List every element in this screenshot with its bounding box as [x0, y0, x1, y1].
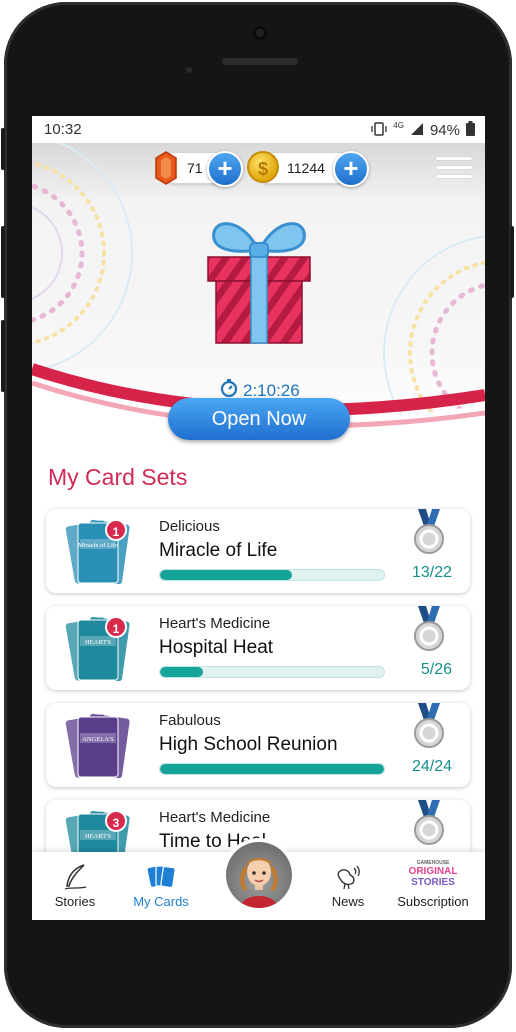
avatar — [226, 842, 292, 908]
coins-value: 11244 — [287, 160, 325, 176]
news-bird-icon — [305, 862, 391, 892]
card-set-name: Miracle of Life — [159, 540, 278, 561]
card-set-category: Heart's Medicine — [159, 809, 271, 826]
battery-icon — [466, 121, 475, 140]
tab-news-label: News — [331, 894, 365, 909]
front-camera — [253, 26, 267, 40]
tab-news[interactable]: News — [305, 852, 391, 920]
coins-counter: $ 11244 + — [247, 151, 369, 187]
gem-icon — [155, 151, 177, 188]
new-cards-badge: 1 — [105, 616, 127, 638]
tab-stories-label: Stories — [54, 894, 96, 909]
network-type: 4G — [393, 121, 404, 130]
card-set-progress-bar — [159, 569, 385, 581]
earpiece-speaker — [222, 58, 298, 65]
status-bar: 10:32 4G 94% — [32, 116, 485, 143]
card-thumb-text: HEART'S — [85, 833, 111, 840]
status-icons: 4G 94% — [371, 121, 475, 140]
card-set-count: 13/22 — [411, 564, 452, 581]
proximity-sensor — [186, 67, 192, 73]
power-button — [510, 226, 514, 298]
battery-level: 94% — [429, 122, 460, 139]
new-cards-badge: 3 — [105, 810, 127, 832]
card-set-category: Fabulous — [159, 712, 221, 729]
gems-counter: 71 + — [155, 151, 243, 187]
mute-switch — [1, 128, 5, 170]
vibrate-icon — [371, 121, 387, 140]
card-set-count: 24/24 — [411, 758, 452, 775]
silver-medal-icon — [412, 606, 446, 652]
original-stories-logo: GAMEHOUSE ORIGINAL STORIES — [408, 860, 458, 888]
card-set-thumbnail: ANGELA'S — [64, 711, 134, 781]
tab-subscription[interactable]: GAMEHOUSE ORIGINAL STORIES Subscription — [390, 852, 476, 920]
quill-icon — [32, 862, 118, 892]
screen: 10:32 4G 94% 71 + $ 11244 + 2:10:26 Open… — [32, 116, 485, 920]
tab-my-cards-label: My Cards — [133, 894, 189, 909]
bottom-tab-bar: Stories My Cards News GAMEHOUSE ORIGINAL… — [32, 838, 485, 920]
card-set-name: Hospital Heat — [159, 637, 274, 658]
add-gems-button[interactable]: + — [207, 151, 243, 187]
gems-value: 71 — [187, 160, 203, 176]
tab-subscription-label: Subscription — [397, 894, 469, 909]
card-thumb-text: HEART'S — [85, 639, 111, 646]
tab-my-cards[interactable]: My Cards — [118, 852, 204, 920]
card-set-category: Heart's Medicine — [159, 615, 271, 632]
open-now-button[interactable]: Open Now — [168, 398, 350, 440]
card-thumb-text: Miracle of Life — [78, 542, 118, 549]
card-set-name: High School Reunion — [159, 734, 338, 755]
card-set-item[interactable]: Miracle of Life 1 Delicious Miracle of Life… — [46, 509, 470, 593]
silver-medal-icon — [412, 703, 446, 749]
new-cards-badge: 1 — [105, 519, 127, 541]
card-thumb-text: ANGELA'S — [82, 736, 114, 743]
card-set-progress-fill — [160, 667, 203, 677]
volume-up-button — [1, 226, 5, 298]
card-set-progress-fill — [160, 764, 384, 774]
add-coins-button[interactable]: + — [333, 151, 369, 187]
profile-avatar-button[interactable] — [222, 838, 296, 912]
silver-medal-icon — [412, 509, 446, 555]
signal-icon — [410, 122, 424, 140]
cards-icon — [118, 862, 204, 892]
card-set-progress-bar — [159, 666, 385, 678]
card-set-item[interactable]: HEART'S 1 Heart's Medicine Hospital Heat 5/2… — [46, 606, 470, 690]
card-set-progress-fill — [160, 570, 293, 580]
card-set-item[interactable]: ANGELA'S Fabulous High School Reunion 24/24 — [46, 703, 470, 787]
coin-icon: $ — [247, 151, 279, 183]
tab-stories[interactable]: Stories — [32, 852, 118, 920]
my-card-sets-title: My Card Sets — [48, 464, 188, 490]
status-time: 10:32 — [44, 121, 82, 138]
silver-medal-icon — [412, 800, 446, 846]
volume-down-button — [1, 320, 5, 392]
card-set-category: Delicious — [159, 518, 220, 535]
gift-hero: 71 + $ 11244 + 2:10:26 — [32, 143, 485, 433]
card-set-count: 5/26 — [420, 661, 452, 678]
hamburger-menu-icon[interactable] — [436, 157, 472, 179]
card-set-progress-bar — [159, 763, 385, 775]
gift-box-icon[interactable] — [200, 205, 318, 347]
